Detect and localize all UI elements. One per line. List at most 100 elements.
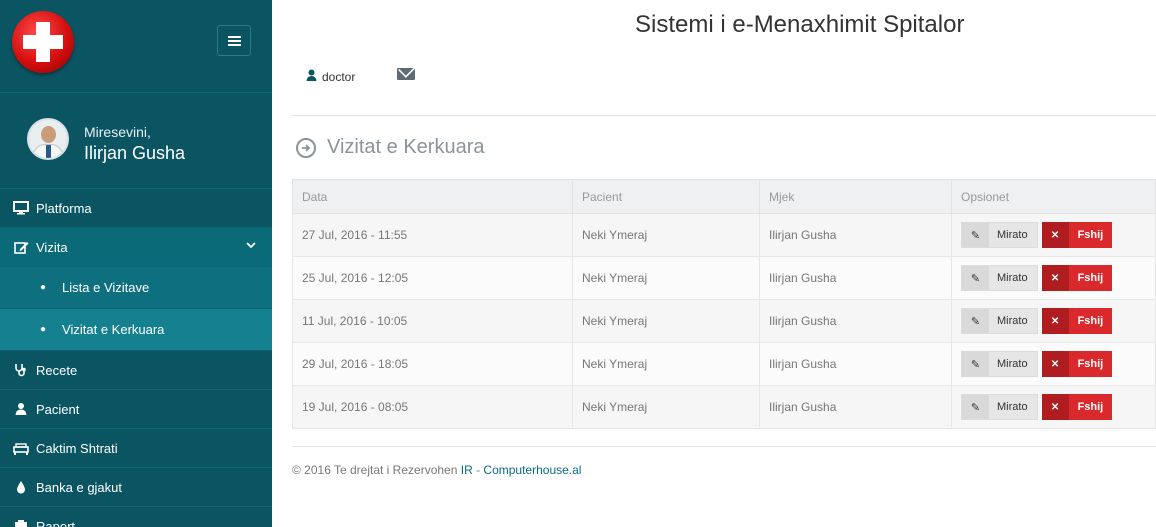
- close-icon: ✕: [1041, 351, 1069, 377]
- column-header-pacient[interactable]: Pacient: [572, 179, 760, 214]
- delete-button[interactable]: ✕ Fshij: [1041, 222, 1113, 248]
- sidebar-item-caktim-shtrati[interactable]: Caktim Shtrati: [0, 429, 272, 468]
- sidebar-item-pacient[interactable]: Pacient: [0, 390, 272, 429]
- cell-patient: Neki Ymeraj: [572, 299, 760, 343]
- close-icon: ✕: [1041, 222, 1069, 248]
- sidebar-item-platforma[interactable]: Platforma: [0, 189, 272, 228]
- user-menu-link[interactable]: doctor: [306, 69, 355, 84]
- bed-icon: [12, 442, 30, 455]
- sidebar-subitem-lista-e-vizitave[interactable]: ● Lista e Vizitave: [0, 267, 272, 309]
- user-icon: [306, 69, 317, 84]
- stethoscope-icon: [12, 363, 30, 377]
- logo[interactable]: [12, 11, 74, 73]
- cell-patient: Neki Ymeraj: [572, 213, 760, 257]
- sidebar-item-label: Platforma: [36, 200, 92, 216]
- table-row: 29 Jul, 2016 - 18:05 Neki Ymeraj Ilirjan…: [292, 342, 1156, 386]
- cell-date: 27 Jul, 2016 - 11:55: [292, 213, 573, 257]
- user-name: Ilirjan Gusha: [84, 143, 186, 163]
- column-header-data[interactable]: Data: [292, 179, 573, 214]
- approve-button[interactable]: ✎ Mirato: [961, 265, 1038, 291]
- header-divider: [292, 115, 1156, 116]
- cell-date: 29 Jul, 2016 - 18:05: [292, 342, 573, 386]
- menu-toggle-button[interactable]: [217, 25, 251, 56]
- approve-button[interactable]: ✎ Mirato: [961, 351, 1038, 377]
- footer-link-computerhouse[interactable]: Computerhouse.al: [483, 463, 581, 477]
- cell-date: 11 Jul, 2016 - 10:05: [292, 299, 573, 343]
- cell-patient: Neki Ymeraj: [572, 385, 760, 429]
- arrow-circle-right-icon: [296, 137, 316, 158]
- cell-options: ✎ Mirato ✕ Fshij: [951, 385, 1156, 429]
- sidebar-item-label: Caktim Shtrati: [36, 440, 118, 456]
- pencil-icon: ✎: [962, 309, 989, 333]
- approve-label: Mirato: [997, 272, 1028, 284]
- delete-button[interactable]: ✕ Fshij: [1041, 265, 1113, 291]
- close-icon: ✕: [1041, 394, 1069, 420]
- pencil-icon: ✎: [962, 352, 989, 376]
- cell-options: ✎ Mirato ✕ Fshij: [951, 342, 1156, 386]
- sidebar-item-label: Recete: [36, 362, 78, 378]
- avatar-tie: [46, 145, 51, 158]
- pencil-icon: ✎: [962, 223, 989, 247]
- delete-label: Fshij: [1077, 229, 1104, 241]
- delete-button[interactable]: ✕ Fshij: [1041, 308, 1113, 334]
- approve-button[interactable]: ✎ Mirato: [961, 308, 1038, 334]
- cell-doctor: Ilirjan Gusha: [759, 385, 952, 429]
- sidebar-item-vizita[interactable]: Vizita: [0, 228, 272, 267]
- cell-patient: Neki Ymeraj: [572, 342, 760, 386]
- delete-button[interactable]: ✕ Fshij: [1041, 351, 1113, 377]
- report-icon: [12, 519, 30, 527]
- edit-icon: [12, 240, 30, 254]
- welcome-text: Miresevini,: [84, 124, 151, 140]
- hamburger-icon-line: [227, 35, 241, 38]
- sidebar-item-banka-e-gjakut[interactable]: Banka e gjakut: [0, 468, 272, 507]
- pencil-icon: ✎: [962, 395, 989, 419]
- copyright-text: © 2016 Te drejtat i Rezervohen: [292, 463, 458, 477]
- hamburger-icon-line: [227, 39, 241, 42]
- mail-icon[interactable]: [397, 68, 415, 80]
- monitor-icon: [12, 201, 30, 215]
- logo-bar: [0, 0, 272, 93]
- approve-label: Mirato: [997, 229, 1028, 241]
- delete-label: Fshij: [1077, 315, 1104, 327]
- close-icon: ✕: [1041, 308, 1069, 334]
- footer-link-ir[interactable]: IR: [461, 463, 473, 477]
- cell-options: ✎ Mirato ✕ Fshij: [951, 256, 1156, 300]
- page-title: Vizitat e Kerkuara: [296, 136, 485, 159]
- bullet-icon: ●: [40, 282, 47, 293]
- column-header-mjek[interactable]: Mjek: [759, 179, 952, 214]
- close-icon: ✕: [1041, 265, 1069, 291]
- sidebar-item-label: Vizita: [36, 239, 68, 255]
- cell-date: 19 Jul, 2016 - 08:05: [292, 385, 573, 429]
- footer-separator: -: [472, 463, 484, 477]
- table-row: 27 Jul, 2016 - 11:55 Neki Ymeraj Ilirjan…: [292, 213, 1156, 257]
- cell-patient: Neki Ymeraj: [572, 256, 760, 300]
- table-row: 25 Jul, 2016 - 12:05 Neki Ymeraj Ilirjan…: [292, 256, 1156, 300]
- approve-label: Mirato: [997, 401, 1028, 413]
- delete-label: Fshij: [1077, 272, 1104, 284]
- delete-label: Fshij: [1077, 358, 1104, 370]
- drop-icon: [12, 480, 30, 494]
- main-content: Sistemi i e-Menaxhimit Spitalor doctor V…: [272, 0, 1156, 527]
- cell-doctor: Ilirjan Gusha: [759, 342, 952, 386]
- footer-divider: [292, 446, 1156, 447]
- approve-label: Mirato: [997, 315, 1028, 327]
- delete-button[interactable]: ✕ Fshij: [1041, 394, 1113, 420]
- requested-visits-table: Data Pacient Mjek Opsionet 27 Jul, 2016 …: [292, 179, 1156, 429]
- pencil-icon: ✎: [962, 266, 989, 290]
- sidebar-subitem-vizitat-e-kerkuara[interactable]: ● Vizitat e Kerkuara: [0, 309, 272, 351]
- logo-cross-horizontal: [23, 35, 63, 49]
- cell-options: ✎ Mirato ✕ Fshij: [951, 213, 1156, 257]
- sidebar-item-label: Banka e gjakut: [36, 479, 123, 495]
- sidebar-item-raport[interactable]: Raport: [0, 507, 272, 527]
- approve-button[interactable]: ✎ Mirato: [961, 394, 1038, 420]
- avatar[interactable]: [27, 118, 69, 160]
- cell-options: ✎ Mirato ✕ Fshij: [951, 299, 1156, 343]
- cell-date: 25 Jul, 2016 - 12:05: [292, 256, 573, 300]
- table-header-row: Data Pacient Mjek Opsionet: [292, 179, 1156, 214]
- sidebar-subitem-label: Vizitat e Kerkuara: [62, 322, 165, 337]
- sidebar-item-recete[interactable]: Recete: [0, 351, 272, 390]
- approve-button[interactable]: ✎ Mirato: [961, 222, 1038, 248]
- table-row: 19 Jul, 2016 - 08:05 Neki Ymeraj Ilirjan…: [292, 385, 1156, 429]
- delete-label: Fshij: [1077, 401, 1104, 413]
- chevron-down-icon: [246, 240, 256, 252]
